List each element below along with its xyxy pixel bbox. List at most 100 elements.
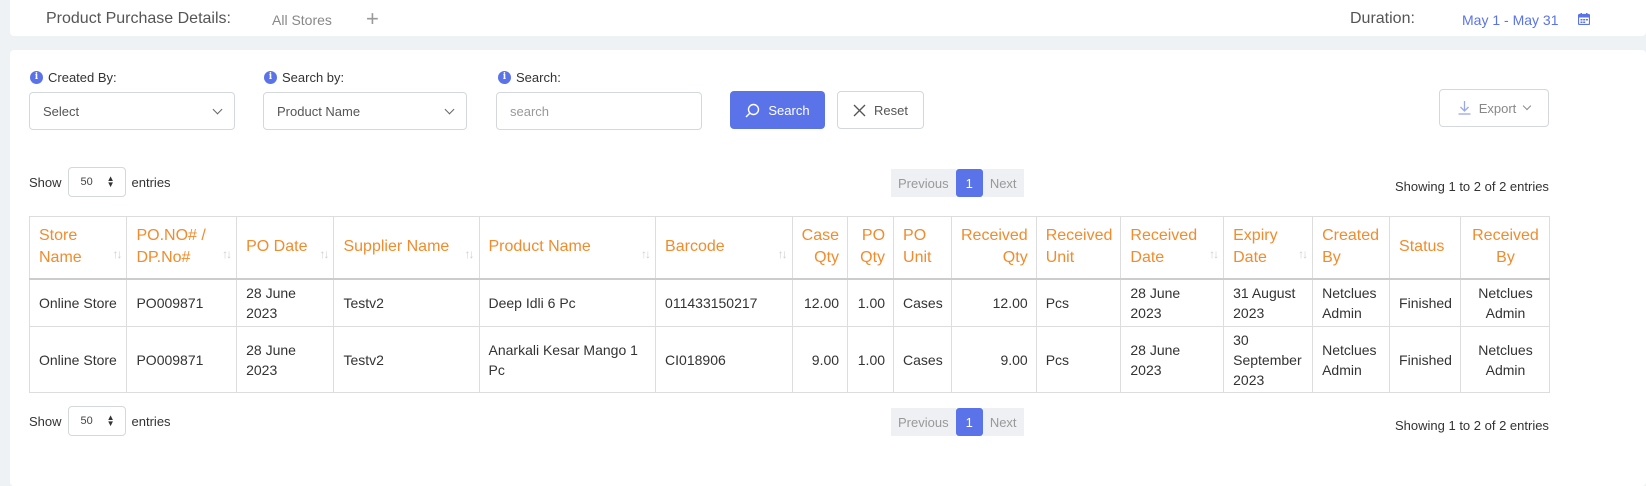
search-input[interactable]: search xyxy=(496,92,702,130)
column-label: Supplier Name xyxy=(343,238,450,256)
cell-expiry-date: 30 September 2023 xyxy=(1223,326,1314,393)
cell-barcode: 011433150217 xyxy=(655,278,793,327)
search-placeholder: search xyxy=(510,103,550,119)
col-expiry-date[interactable]: Expiry Date ↑↓ xyxy=(1223,216,1314,280)
cell-received-by: Netclues Admin xyxy=(1459,278,1551,327)
cell-barcode: CI018906 xyxy=(655,326,793,393)
duration-label: Duration: xyxy=(1350,10,1415,27)
search-icon xyxy=(745,103,760,117)
page-button-1[interactable]: 1 xyxy=(955,169,983,197)
plus-icon[interactable]: + xyxy=(366,6,379,32)
page-length-value: 50 xyxy=(80,176,93,188)
col-po-no[interactable]: PO.NO# / DP.No# ↑↓ xyxy=(126,216,238,280)
search-by-label-text: Search by: xyxy=(282,70,345,85)
page-length-select[interactable]: 50 ▲ ▼ xyxy=(67,406,126,436)
page-length-value: 50 xyxy=(80,415,93,427)
sort-icon: ↑↓ xyxy=(222,247,232,261)
table-row: Online Store PO009871 28 June 2023 Testv… xyxy=(28,278,1551,327)
close-icon xyxy=(853,104,866,116)
sort-icon: ↑↓ xyxy=(319,247,329,261)
created-by-value: Select xyxy=(43,103,80,119)
col-po-date[interactable]: PO Date ↑↓ xyxy=(236,216,335,280)
entries-label: entries xyxy=(131,413,171,429)
export-button[interactable]: Export xyxy=(1439,89,1549,127)
cell-product-name: Deep Idli 6 Pc xyxy=(478,278,657,327)
cell-po-date: 28 June 2023 xyxy=(236,278,335,327)
cell-po-no: PO009871 xyxy=(126,278,238,327)
col-case-qty[interactable]: Case Qty xyxy=(791,216,849,280)
cell-po-qty: 1.00 xyxy=(847,278,895,327)
col-received-date[interactable]: Received Date ↑↓ xyxy=(1120,216,1225,280)
page-title: Product Purchase Details: xyxy=(46,10,231,27)
cell-received-by: Netclues Admin xyxy=(1459,326,1551,393)
column-label: Received Unit xyxy=(1045,227,1113,267)
cell-supplier-name: Testv2 xyxy=(333,278,480,327)
updown-icon: ▲ ▼ xyxy=(106,174,115,189)
col-po-qty[interactable]: PO Qty xyxy=(847,216,895,280)
search-button[interactable]: Search xyxy=(730,91,825,129)
cell-po-unit: Cases xyxy=(893,278,952,327)
search-by-value: Product Name xyxy=(277,103,361,119)
cell-received-qty: 9.00 xyxy=(950,326,1037,393)
sort-icon: ↑↓ xyxy=(1209,247,1219,261)
column-label: PO Unit xyxy=(903,227,932,267)
next-button[interactable]: Next xyxy=(982,408,1024,436)
col-barcode[interactable]: Barcode ↑↓ xyxy=(655,216,793,280)
cell-received-date: 28 June 2023 xyxy=(1120,326,1225,393)
export-button-label: Export xyxy=(1478,100,1517,116)
column-label: Barcode xyxy=(665,238,725,256)
page-length-control: Show 50 ▲ ▼ entries xyxy=(29,167,171,197)
created-by-select[interactable]: Select xyxy=(29,92,235,130)
cell-status: Finished xyxy=(1389,326,1461,393)
col-supplier-name[interactable]: Supplier Name ↑↓ xyxy=(333,216,480,280)
duration-range[interactable]: May 1 - May 31 xyxy=(1462,12,1558,28)
entries-label: entries xyxy=(131,174,171,190)
col-received-unit[interactable]: Received Unit xyxy=(1035,216,1122,280)
next-button[interactable]: Next xyxy=(982,169,1024,197)
sort-icon: ↑↓ xyxy=(641,247,651,261)
cell-received-unit: Pcs xyxy=(1035,326,1122,393)
column-label: Store Name xyxy=(39,227,82,267)
created-by-label: i Created By: xyxy=(30,70,117,85)
reset-button[interactable]: Reset xyxy=(837,91,924,129)
cell-received-date: 28 June 2023 xyxy=(1120,278,1225,327)
show-label: Show xyxy=(29,413,62,429)
cell-product-name: Anarkali Kesar Mango 1 Pc xyxy=(478,326,657,393)
column-label: Status xyxy=(1399,238,1445,256)
column-label: Expiry Date xyxy=(1233,227,1278,267)
cell-expiry-date: 31 August 2023 xyxy=(1223,278,1314,327)
page-length-control-bottom: Show 50 ▲ ▼ entries xyxy=(29,406,171,436)
page-button-1[interactable]: 1 xyxy=(955,408,983,436)
table-row: Online Store PO009871 28 June 2023 Testv… xyxy=(28,326,1551,393)
previous-button[interactable]: Previous xyxy=(891,169,956,197)
col-po-unit[interactable]: PO Unit xyxy=(893,216,952,280)
cell-store-name: Online Store xyxy=(28,326,128,393)
col-received-by[interactable]: Received By xyxy=(1459,216,1551,280)
page-length-select[interactable]: 50 ▲ ▼ xyxy=(67,167,126,197)
store-selector[interactable]: All Stores xyxy=(272,12,332,28)
col-created-by[interactable]: Created By xyxy=(1312,216,1391,280)
previous-button[interactable]: Previous xyxy=(891,408,956,436)
cell-po-unit: Cases xyxy=(893,326,952,393)
col-received-qty[interactable]: Received Qty xyxy=(950,216,1037,280)
cell-po-qty: 1.00 xyxy=(847,326,895,393)
cell-case-qty: 9.00 xyxy=(791,326,849,393)
search-button-label: Search xyxy=(768,102,810,118)
cell-status: Finished xyxy=(1389,278,1461,327)
column-label: Received Date xyxy=(1130,227,1198,267)
search-by-select[interactable]: Product Name xyxy=(263,92,467,130)
calendar-icon[interactable] xyxy=(1577,12,1591,30)
col-store-name[interactable]: Store Name ↑↓ xyxy=(28,216,128,280)
search-label-text: Search: xyxy=(516,70,561,85)
column-label: Received Qty xyxy=(960,227,1028,267)
col-product-name[interactable]: Product Name ↑↓ xyxy=(478,216,657,280)
show-label: Show xyxy=(29,174,62,190)
column-label: PO.NO# / DP.No# xyxy=(136,227,206,267)
purchase-table: Store Name ↑↓ PO.NO# / DP.No# ↑↓ PO Date ↑↓… xyxy=(28,216,1551,393)
col-status[interactable]: Status xyxy=(1389,216,1461,280)
cell-case-qty: 12.00 xyxy=(791,278,849,327)
download-icon xyxy=(1458,101,1471,115)
cell-po-no: PO009871 xyxy=(126,326,238,393)
chevron-down-icon xyxy=(212,104,223,114)
info-icon: i xyxy=(264,71,277,84)
